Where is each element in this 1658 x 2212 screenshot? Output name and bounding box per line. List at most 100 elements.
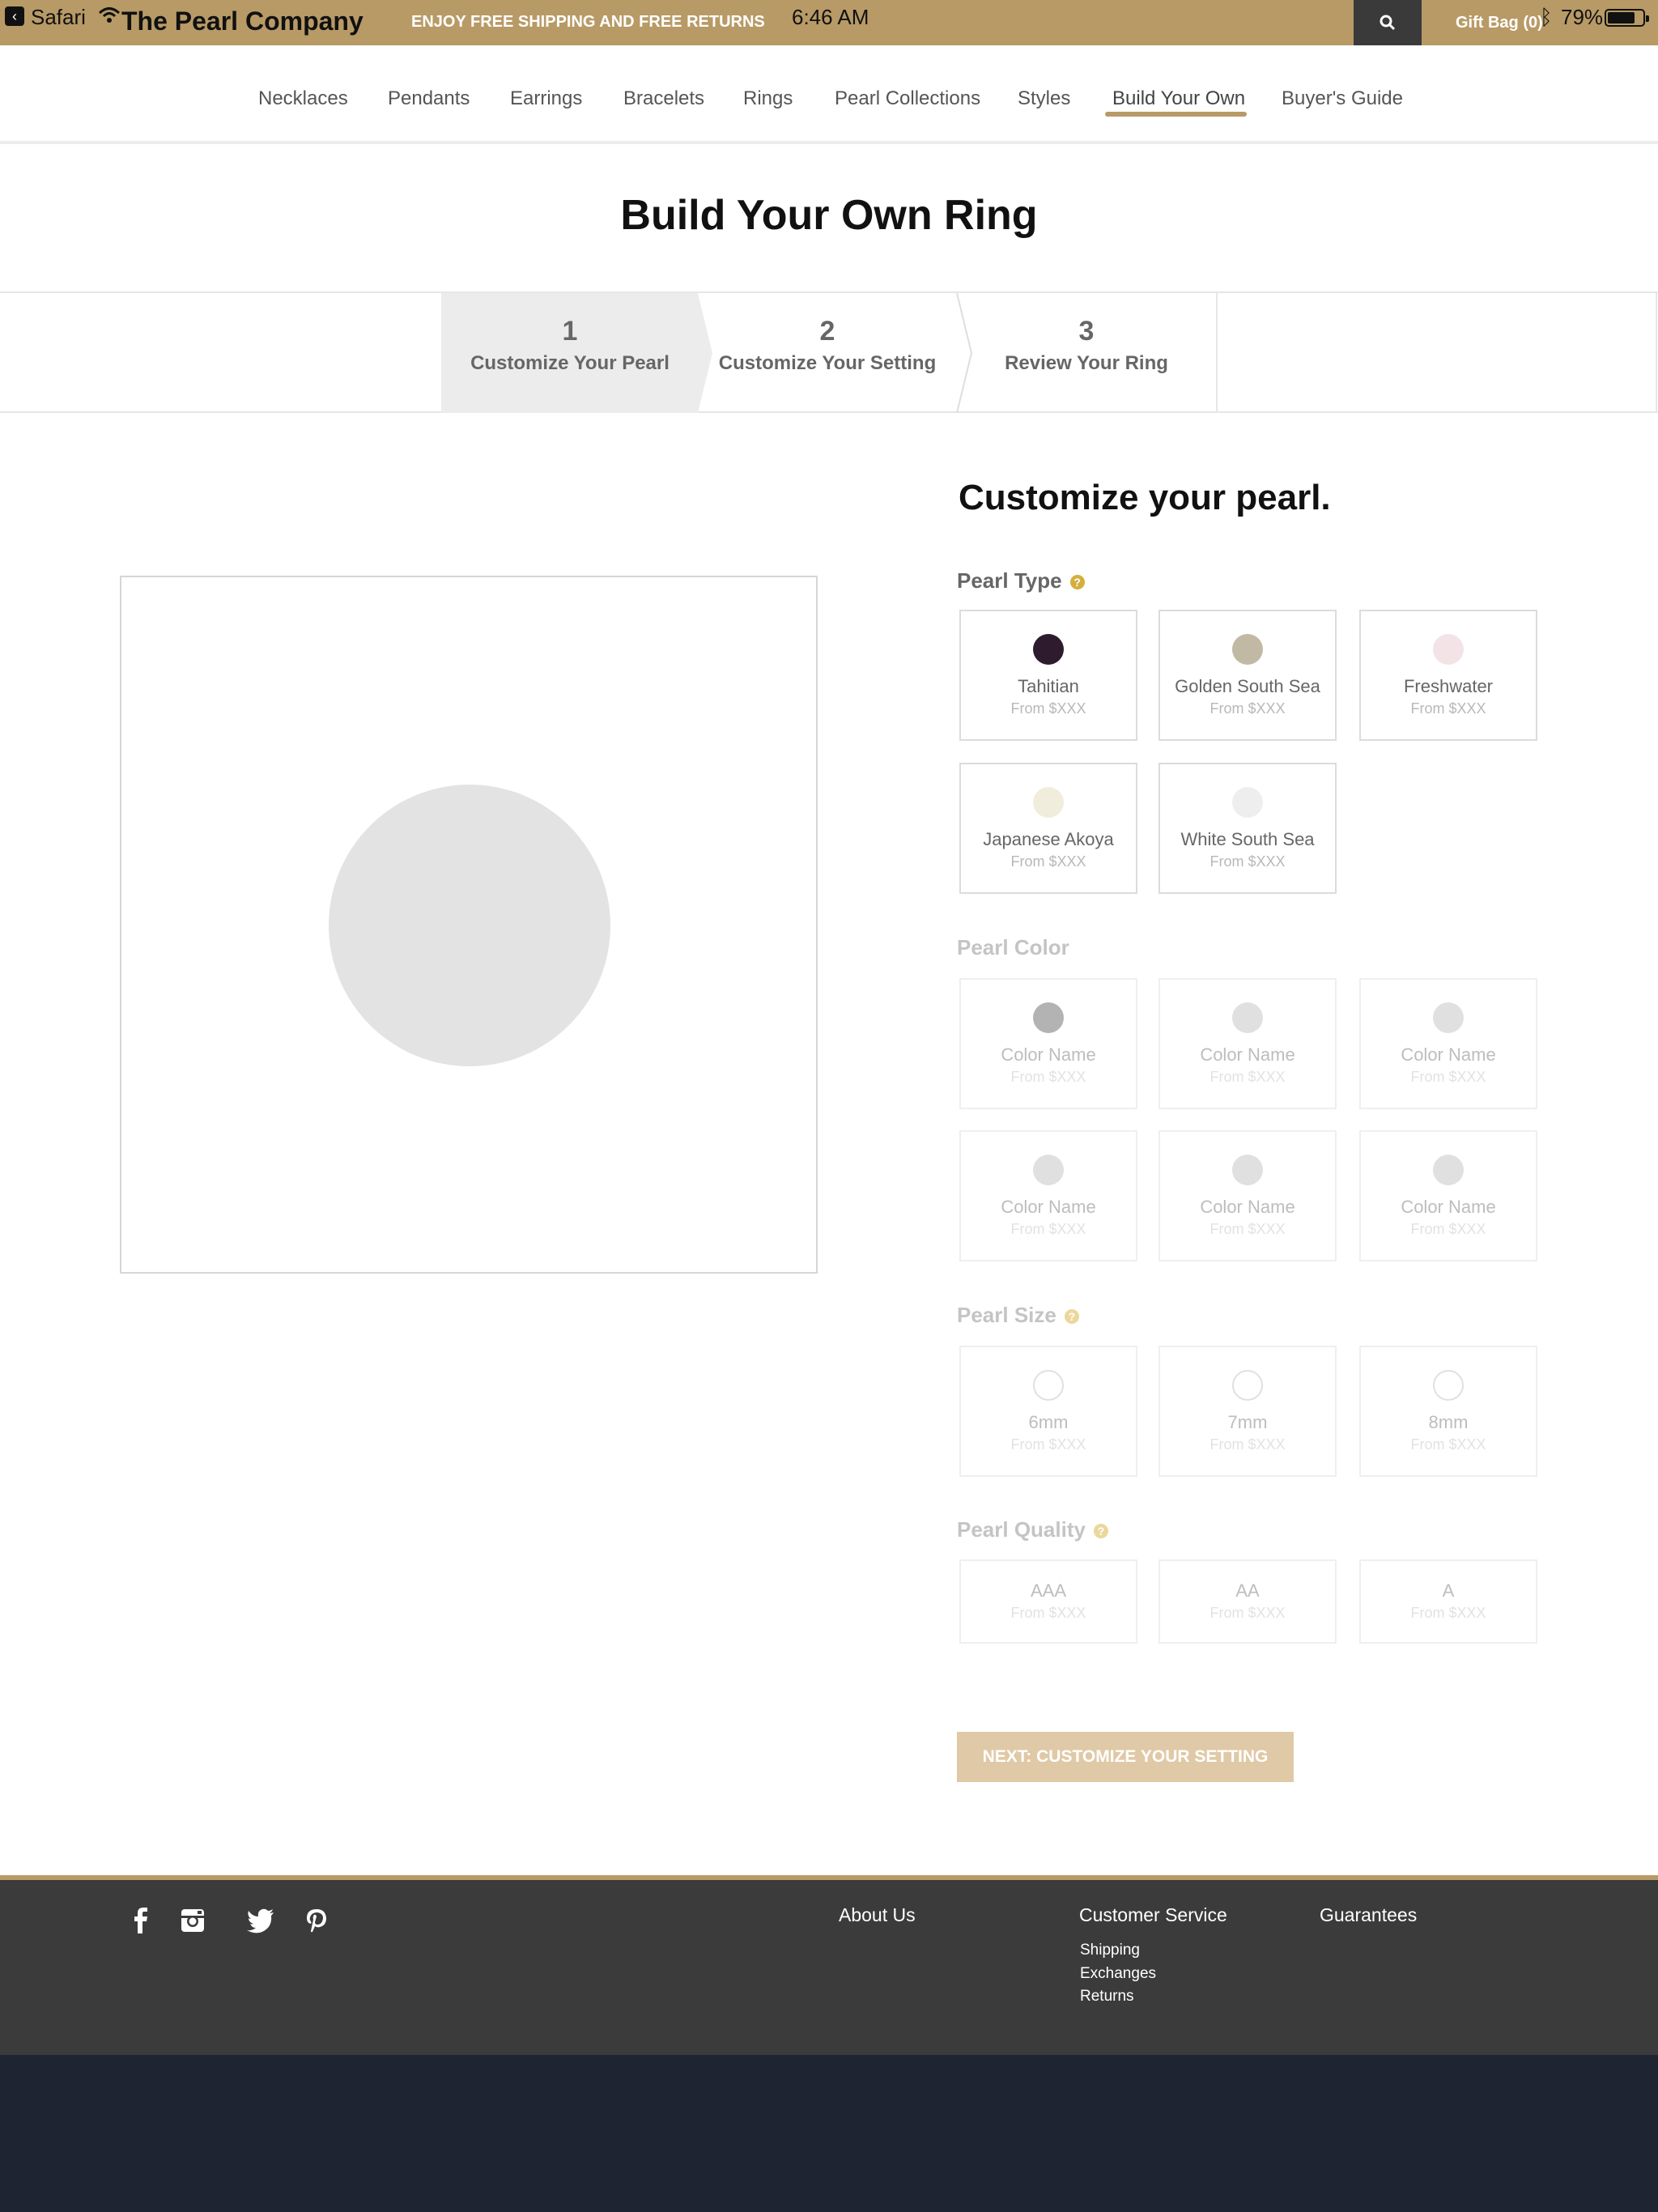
pearl-type-option-tahitian[interactable]: Tahitian From $XXX — [959, 610, 1137, 741]
nav-item-earrings[interactable]: Earrings — [510, 87, 582, 110]
pearl-color-heading: Pearl Color — [957, 935, 1069, 960]
pearl-type-option-white-south-sea[interactable]: White South Sea From $XXX — [1158, 763, 1337, 894]
wifi-icon — [98, 7, 121, 23]
facebook-icon[interactable] — [125, 1904, 157, 1937]
option-name: AA — [1235, 1580, 1260, 1601]
pearl-type-option-freshwater[interactable]: Freshwater From $XXX — [1359, 610, 1537, 741]
instagram-icon[interactable] — [176, 1904, 209, 1937]
pearl-type-option-golden-south-sea[interactable]: Golden South Sea From $XXX — [1158, 610, 1337, 741]
size-circle-icon — [1232, 1370, 1263, 1401]
step-3[interactable]: 3 Review Your Ring — [965, 316, 1208, 375]
footer-returns-link[interactable]: Returns — [1080, 1988, 1134, 2006]
customize-title: Customize your pearl. — [959, 478, 1331, 517]
option-price: From $XXX — [1010, 1436, 1086, 1453]
pearl-color-option[interactable]: Color Name From $XXX — [1359, 1130, 1537, 1261]
option-price: From $XXX — [1410, 1069, 1486, 1085]
option-name: 7mm — [1227, 1412, 1268, 1432]
help-icon[interactable]: ? — [1069, 575, 1085, 590]
step-1[interactable]: 1 Customize Your Pearl — [449, 316, 691, 375]
pinterest-icon[interactable] — [300, 1904, 333, 1937]
option-price: From $XXX — [1010, 853, 1086, 870]
option-price: From $XXX — [1410, 1605, 1486, 1621]
nav-item-buyers-guide[interactable]: Buyer's Guide — [1282, 87, 1403, 110]
pearl-color-option[interactable]: Color Name From $XXX — [1359, 978, 1537, 1109]
nav-item-build-your-own[interactable]: Build Your Own — [1112, 87, 1245, 110]
back-app-label[interactable]: Safari — [31, 5, 86, 30]
step-progress: 1 Customize Your Pearl 2 Customize Your … — [0, 291, 1658, 413]
nav-item-pearl-collections[interactable]: Pearl Collections — [835, 87, 980, 110]
next-customize-setting-button[interactable]: NEXT: CUSTOMIZE YOUR SETTING — [957, 1732, 1294, 1782]
help-icon[interactable]: ? — [1093, 1524, 1108, 1539]
pearl-size-option-8mm[interactable]: 8mm From $XXX — [1359, 1346, 1537, 1477]
search-button[interactable] — [1354, 0, 1422, 45]
nav-active-underline — [1105, 112, 1247, 117]
option-price: From $XXX — [1010, 1221, 1086, 1237]
nav-item-pendants[interactable]: Pendants — [388, 87, 470, 110]
pearl-swatch — [1433, 1155, 1464, 1185]
option-name: White South Sea — [1180, 829, 1315, 849]
option-price: From $XXX — [1010, 1069, 1086, 1085]
option-name: A — [1442, 1580, 1455, 1601]
nav-item-styles[interactable]: Styles — [1018, 87, 1070, 110]
footer-customer-service-heading[interactable]: Customer Service — [1079, 1904, 1227, 1926]
option-price: From $XXX — [1410, 1221, 1486, 1237]
option-price: From $XXX — [1209, 700, 1286, 717]
pearl-preview-image — [329, 785, 610, 1066]
size-circle-icon — [1433, 1370, 1464, 1401]
pearl-color-option[interactable]: Color Name From $XXX — [1158, 978, 1337, 1109]
option-price: From $XXX — [1209, 1436, 1286, 1453]
step-number: 1 — [562, 316, 578, 347]
pearl-swatch — [1232, 1002, 1263, 1033]
gift-bag-link[interactable]: Gift Bag (0) — [1456, 14, 1543, 32]
pearl-type-option-japanese-akoya[interactable]: Japanese Akoya From $XXX — [959, 763, 1137, 894]
footer-guarantees-link[interactable]: Guarantees — [1320, 1904, 1417, 1926]
section-title: Pearl Size — [957, 1303, 1056, 1327]
page: ‹ Safari The Pearl Company ENJOY FREE SH… — [0, 0, 1658, 2055]
pearl-color-option[interactable]: Color Name From $XXX — [1158, 1130, 1337, 1261]
nav-item-bracelets[interactable]: Bracelets — [623, 87, 704, 110]
battery-icon — [1605, 9, 1649, 27]
pearl-quality-option-aaa[interactable]: AAA From $XXX — [959, 1559, 1137, 1644]
option-price: From $XXX — [1209, 1069, 1286, 1085]
help-icon[interactable]: ? — [1064, 1309, 1079, 1325]
main-nav: Necklaces Pendants Earrings Bracelets Ri… — [0, 45, 1658, 144]
option-price: From $XXX — [1209, 1221, 1286, 1237]
brand-logo[interactable]: The Pearl Company — [121, 6, 363, 36]
footer-exchanges-link[interactable]: Exchanges — [1080, 1965, 1156, 1983]
option-price: From $XXX — [1410, 700, 1486, 717]
footer-about-link[interactable]: About Us — [839, 1904, 916, 1926]
pearl-swatch — [1033, 787, 1064, 818]
pearl-swatch — [1232, 634, 1263, 665]
option-name: Color Name — [1001, 1197, 1096, 1217]
nav-item-rings[interactable]: Rings — [743, 87, 793, 110]
pearl-swatch — [1232, 787, 1263, 818]
top-bar: ‹ Safari The Pearl Company ENJOY FREE SH… — [0, 0, 1658, 45]
pearl-size-option-6mm[interactable]: 6mm From $XXX — [959, 1346, 1137, 1477]
pearl-quality-heading: Pearl Quality? — [957, 1517, 1108, 1542]
search-icon — [1380, 15, 1396, 31]
pearl-swatch — [1033, 634, 1064, 665]
footer-shipping-link[interactable]: Shipping — [1080, 1942, 1140, 1959]
section-title: Pearl Quality — [957, 1517, 1086, 1542]
pearl-quality-option-a[interactable]: A From $XXX — [1359, 1559, 1537, 1644]
nav-item-necklaces[interactable]: Necklaces — [258, 87, 348, 110]
status-time: 6:46 AM — [792, 5, 869, 29]
pearl-color-option[interactable]: Color Name From $XXX — [959, 1130, 1137, 1261]
pearl-size-option-7mm[interactable]: 7mm From $XXX — [1158, 1346, 1337, 1477]
step-2[interactable]: 2 Customize Your Setting — [706, 316, 949, 375]
pearl-quality-option-aa[interactable]: AA From $XXX — [1158, 1559, 1337, 1644]
option-name: Color Name — [1401, 1044, 1496, 1065]
option-price: From $XXX — [1410, 1436, 1486, 1453]
back-arrow-icon[interactable]: ‹ — [5, 6, 24, 26]
option-name: Color Name — [1200, 1197, 1295, 1217]
pearl-swatch — [1232, 1155, 1263, 1185]
option-name: AAA — [1030, 1580, 1067, 1601]
option-price: From $XXX — [1010, 700, 1086, 717]
step-label: Customize Your Setting — [718, 352, 937, 374]
option-name: 8mm — [1428, 1412, 1469, 1432]
step-label: Review Your Ring — [1005, 352, 1168, 374]
step-number: 3 — [1078, 316, 1095, 347]
footer: About Us Customer Service Shipping Excha… — [0, 1875, 1658, 2055]
pearl-color-option[interactable]: Color Name From $XXX — [959, 978, 1137, 1109]
twitter-icon[interactable] — [244, 1904, 277, 1937]
